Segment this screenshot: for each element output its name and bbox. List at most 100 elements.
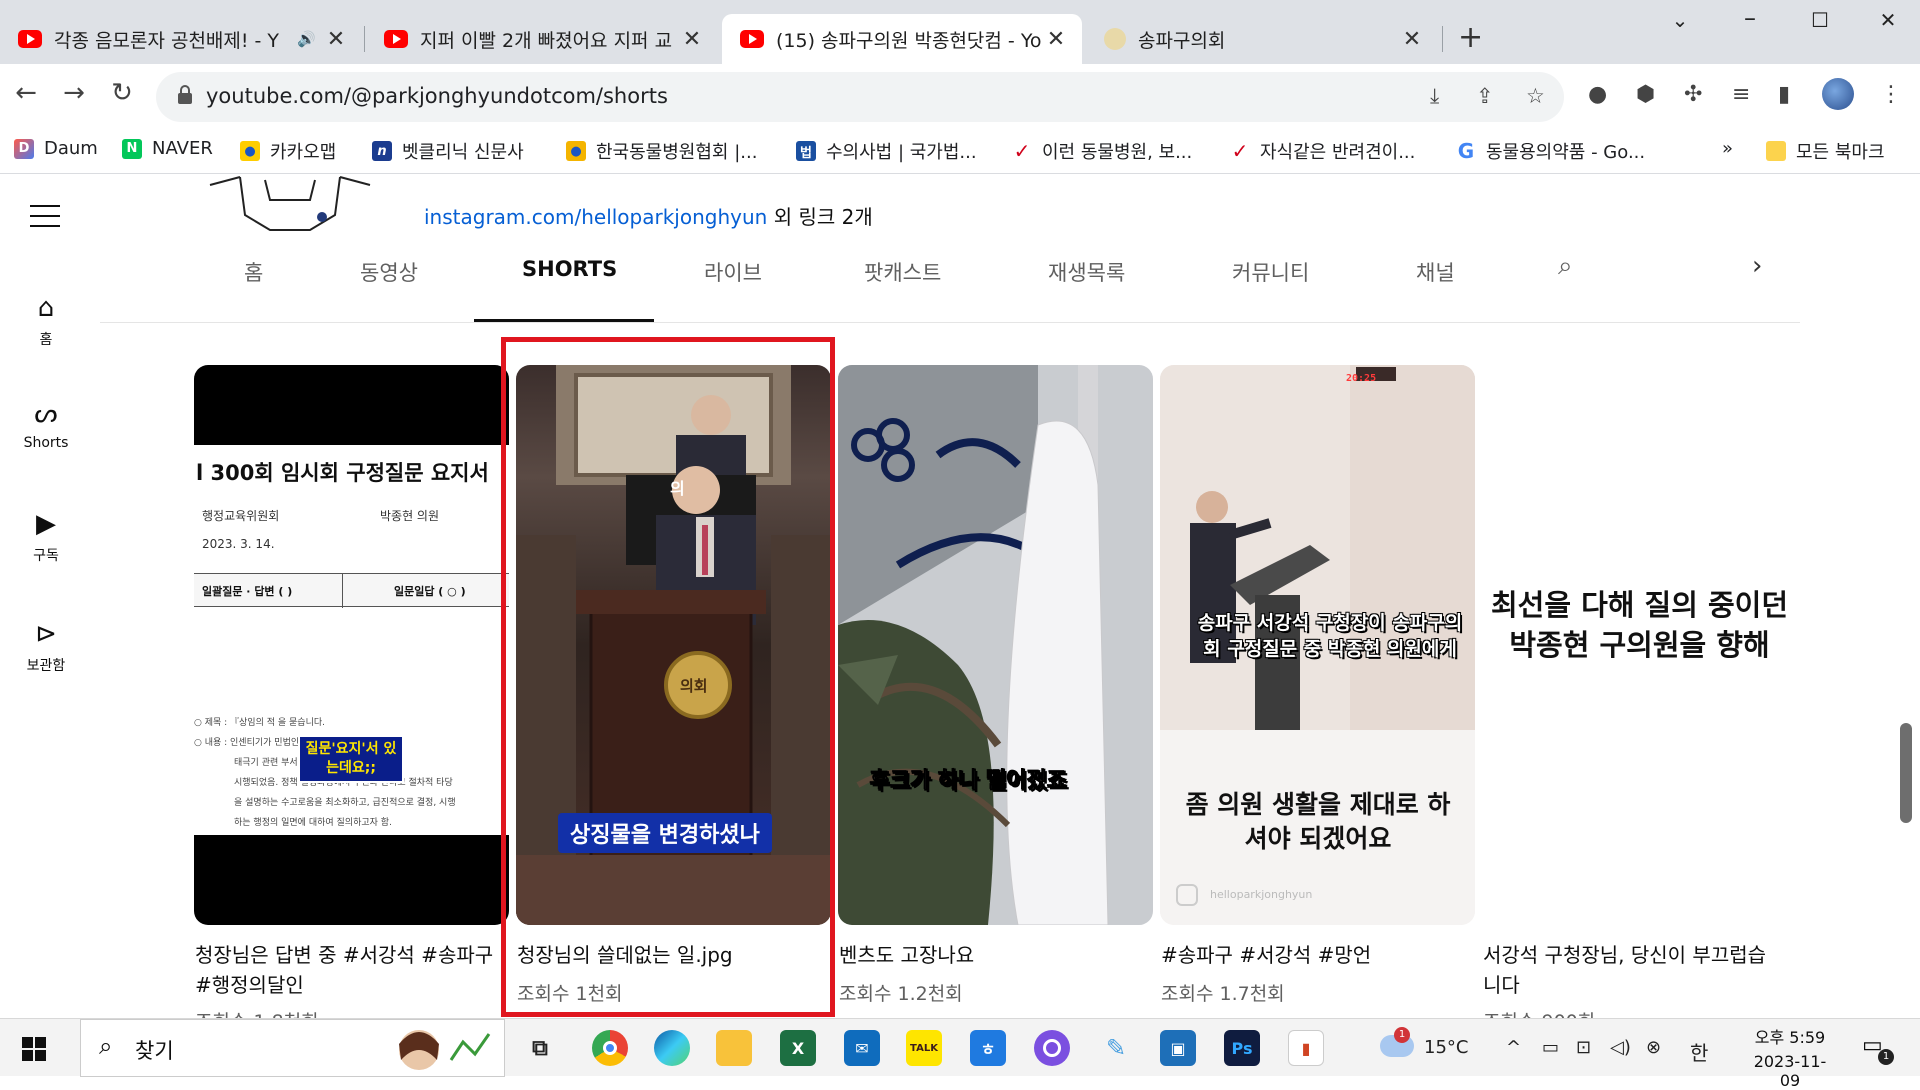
tab-search-chevron-icon[interactable]: ⌄ (1650, 8, 1710, 32)
install-app-icon[interactable]: ⤓ (1430, 84, 1439, 109)
check-icon: ✓ (1231, 139, 1249, 163)
lock-icon[interactable] (178, 85, 192, 104)
short-title[interactable]: 청장님은 답변 중 #서강석 #송파구 #행정의달인 (195, 940, 495, 1000)
tab-videos[interactable]: 동영상 (360, 257, 418, 287)
url-text[interactable]: youtube.com/@parkjonghyundotcom/shorts (206, 84, 668, 108)
tab-close-icon[interactable]: ✕ (1400, 27, 1424, 52)
browser-tab-active[interactable]: (15) 송파구의원 박종현닷컴 - Yo ✕ (722, 14, 1082, 64)
network-icon[interactable]: ⊡ (1576, 1037, 1591, 1058)
browser-tab[interactable]: 송파구의회 ✕ (1086, 14, 1438, 64)
new-tab-button[interactable]: + (1458, 20, 1483, 55)
taskbar-search-box[interactable]: ⌕ 찾기 (80, 1019, 505, 1077)
bookmark-kvma[interactable]: ● 한국동물병원협회 |... (566, 138, 757, 164)
tab-home[interactable]: 홈 (244, 257, 263, 287)
extensions-puzzle-icon[interactable]: ✣ (1684, 82, 1702, 107)
tabs-scroll-right-icon[interactable]: › (1752, 251, 1762, 281)
kakaotalk-icon[interactable]: TALK (906, 1030, 942, 1066)
mute-status-icon[interactable]: ⊗ (1646, 1037, 1661, 1058)
guide-menu-button[interactable] (30, 205, 60, 229)
extension-bulb-icon[interactable]: ● (1588, 82, 1607, 107)
forward-button[interactable]: → (56, 78, 92, 108)
tab-playlists[interactable]: 재생목록 (1048, 257, 1125, 287)
mail-icon[interactable]: ✉ (844, 1030, 880, 1066)
hangul-icon[interactable]: ㅎ (970, 1030, 1006, 1066)
powerpoint-icon[interactable]: ▮ (1288, 1030, 1324, 1066)
windows-start-icon[interactable] (22, 1037, 46, 1061)
browser-tab[interactable]: 각종 음모론자 공천배제! - Y 🔊 ✕ (0, 14, 362, 64)
chrome-icon[interactable] (592, 1030, 628, 1066)
volume-icon[interactable]: ◁) (1610, 1037, 1631, 1058)
bookmark-article1[interactable]: ✓ 이런 동물병원, 보... (1012, 138, 1193, 164)
bookmark-vetclinic[interactable]: n 벳클리닉 신문사 (372, 138, 524, 164)
address-bar[interactable]: youtube.com/@parkjonghyundotcom/shorts ⤓… (156, 72, 1564, 122)
tab-divider (1442, 26, 1443, 52)
meet-now-icon[interactable]: ▭ (1542, 1037, 1559, 1058)
bookmark-naver[interactable]: N NAVER (122, 138, 213, 159)
task-view-icon[interactable]: ⧉ (522, 1030, 558, 1066)
speaker-icon[interactable]: 🔊 (297, 30, 316, 48)
tab-close-icon[interactable]: ✕ (680, 27, 704, 52)
reload-button[interactable]: ↻ (104, 78, 140, 108)
youtube-favicon-icon (18, 30, 42, 48)
bookmark-kakaomap[interactable]: ● 카카오맵 (240, 138, 336, 164)
profile-avatar[interactable] (1822, 78, 1854, 110)
paint-icon[interactable]: ✎ (1098, 1030, 1134, 1066)
bookmark-star-icon[interactable]: ☆ (1526, 84, 1545, 108)
maximize-button[interactable]: ☐ (1790, 8, 1850, 32)
guide-item-subscriptions[interactable]: ▶ 구독 (0, 509, 92, 565)
tab-channels[interactable]: 채널 (1416, 257, 1455, 287)
clock-time: 오후 5:59 (1754, 1028, 1826, 1047)
short-views: 조회수 1.2천회 (839, 983, 963, 1005)
thumb-caption-top: 송파구 서강석 구청장이 송파구의회 구정질문 중 박종현 의원에게 (1197, 612, 1463, 660)
short-thumbnail[interactable]: 최선을 다해 질의 중이던 박종현 구의원을 향해 (1482, 365, 1797, 925)
weather-temp[interactable]: 15°C (1424, 1037, 1468, 1058)
edge-icon[interactable] (654, 1030, 690, 1066)
bookmark-google[interactable]: G 동물용의약품 - Go... (1456, 138, 1645, 164)
short-title[interactable]: #송파구 #서강석 #망언 (1161, 940, 1461, 970)
tab-shorts[interactable]: SHORTS (522, 257, 617, 281)
guide-item-shorts[interactable]: ᔕ Shorts (0, 399, 92, 451)
bookmark-law[interactable]: 법 수의사법 | 국가법... (796, 138, 977, 164)
bookmark-label: 모든 북마크 (1796, 142, 1885, 163)
tab-podcasts[interactable]: 팟캐스트 (864, 257, 941, 287)
excel-icon[interactable]: X (780, 1030, 816, 1066)
guide-item-label: Shorts (23, 435, 69, 451)
short-thumbnail[interactable]: l 300회 임시회 구정질문 요지서 행정교육위원회 박종현 의원 2023.… (194, 365, 509, 925)
extension-shield-icon[interactable]: ⬢ (1636, 82, 1655, 107)
guide-item-library[interactable]: ⊳ 보관함 (0, 619, 92, 675)
photos-icon[interactable]: ▣ (1160, 1030, 1196, 1066)
short-thumbnail[interactable]: 20:25 송파구 서강석 구청장이 송파구의회 구정질문 중 박종현 의원에게… (1160, 365, 1475, 925)
tray-overflow-chevron-icon[interactable]: ^ (1506, 1037, 1521, 1058)
bookmark-label: 한국동물병원협회 |... (596, 142, 758, 163)
explorer-icon[interactable] (716, 1030, 752, 1066)
tab-close-icon[interactable]: ✕ (324, 27, 348, 52)
ime-indicator[interactable]: 한 (1690, 1037, 1708, 1066)
window-close-button[interactable]: ✕ (1858, 8, 1918, 32)
bookmark-daum[interactable]: D Daum (14, 138, 98, 159)
media-control-icon[interactable]: ≡ (1732, 82, 1750, 107)
channel-search-icon[interactable]: ⌕ (1558, 251, 1573, 282)
bookmark-overflow-button[interactable]: » (1722, 138, 1733, 159)
photoshop-icon[interactable]: Ps (1224, 1030, 1260, 1066)
browser-tab[interactable]: 지퍼 이빨 2개 빠졌어요 지퍼 교 ✕ (366, 14, 718, 64)
app-circle-icon[interactable] (1034, 1030, 1070, 1066)
bookmark-all-bookmarks[interactable]: 모든 북마크 (1766, 138, 1885, 164)
bookmark-label: 카카오맵 (270, 142, 337, 163)
tab-close-icon[interactable]: ✕ (1044, 27, 1068, 52)
guide-item-home[interactable]: ⌂ 홈 (0, 293, 92, 349)
taskbar-clock[interactable]: 오후 5:59 2023-11-09 (1744, 1024, 1836, 1090)
chrome-menu-icon[interactable]: ⋮ (1880, 82, 1902, 107)
bookmark-article2[interactable]: ✓ 자식같은 반려견이... (1230, 138, 1416, 164)
short-title[interactable]: 서강석 구청장님, 당신이 부끄럽습니다 (1483, 940, 1783, 1000)
daum-icon: D (14, 138, 34, 159)
windows-taskbar: ⌕ 찾기 ⧉ X ✉ TALK ㅎ ✎ ▣ Ps ▮ 1 15°C ^ ▭ ⊡ … (0, 1018, 1920, 1090)
tab-community[interactable]: 커뮤니티 (1232, 257, 1309, 287)
side-panel-icon[interactable]: ▮ (1778, 82, 1790, 107)
short-thumbnail[interactable]: 후크가 하나 떨어졌죠 (838, 365, 1153, 925)
back-button[interactable]: ← (8, 78, 44, 108)
tab-live[interactable]: 라이브 (704, 257, 762, 287)
short-title[interactable]: 벤츠도 고장나요 (839, 940, 1139, 970)
share-icon[interactable]: ⇪ (1476, 84, 1494, 108)
minimize-button[interactable]: – (1720, 4, 1780, 32)
page-scrollbar[interactable] (1900, 723, 1912, 823)
